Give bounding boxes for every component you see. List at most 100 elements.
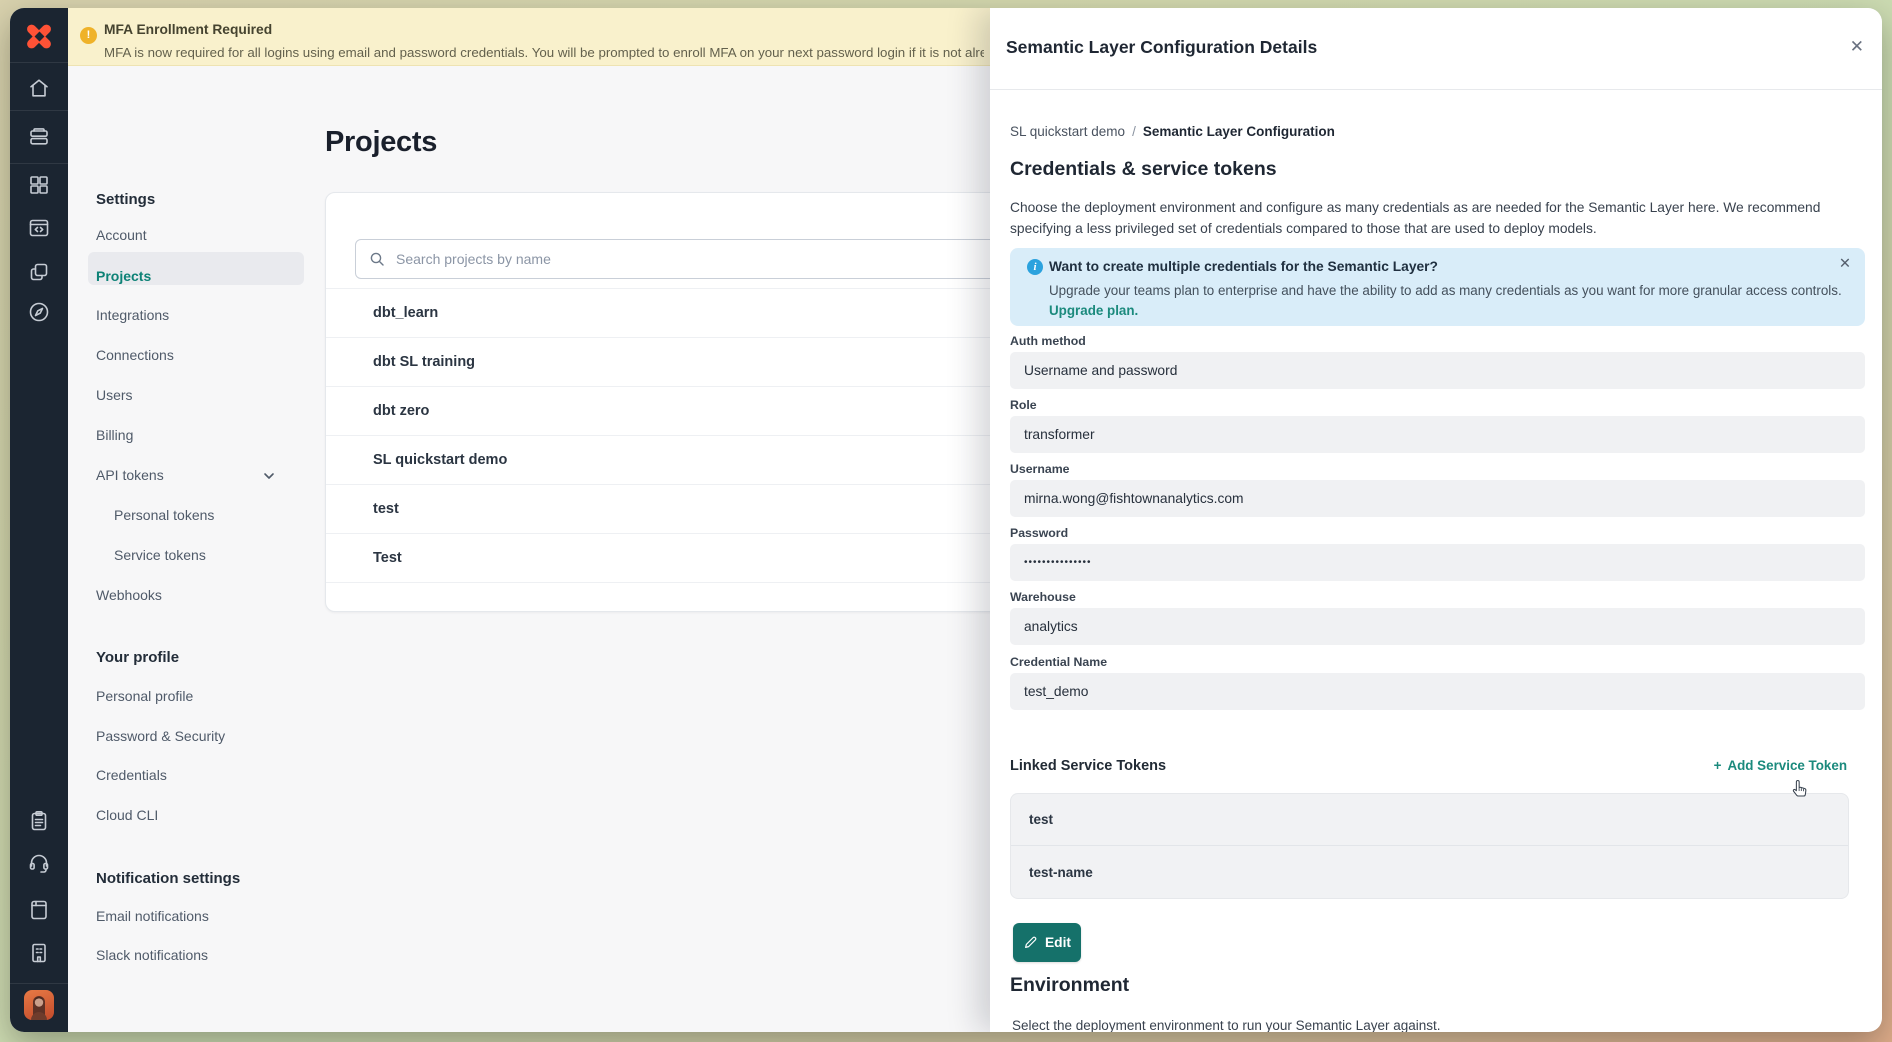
token-row[interactable]: test <box>1011 794 1848 846</box>
semantic-layer-panel: Semantic Layer Configuration Details ✕ S… <box>990 8 1882 1032</box>
auth-method-field: Auth method Username and password <box>1010 334 1865 389</box>
app-rail <box>10 8 68 1032</box>
mfa-banner: ! MFA Enrollment Required MFA is now req… <box>68 8 990 66</box>
sidebar-item-account[interactable]: Account <box>96 227 147 243</box>
develop-icon[interactable] <box>10 216 68 240</box>
page-title: Projects <box>325 126 437 159</box>
panel-header: Semantic Layer Configuration Details ✕ <box>990 8 1882 90</box>
user-avatar[interactable] <box>24 990 54 1020</box>
rail-divider <box>10 110 68 111</box>
checklist-icon[interactable] <box>10 809 68 833</box>
upgrade-plan-link[interactable]: Upgrade plan. <box>1049 303 1138 318</box>
breadcrumb-current: Semantic Layer Configuration <box>1143 124 1335 139</box>
sidebar-item-credentials[interactable]: Credentials <box>96 767 167 783</box>
token-row[interactable]: test-name <box>1011 846 1848 898</box>
organization-icon[interactable] <box>10 941 68 965</box>
rail-divider <box>10 62 68 63</box>
home-icon[interactable] <box>10 76 68 100</box>
profile-section-title: Your profile <box>96 649 179 666</box>
lineage-icon[interactable] <box>10 260 68 284</box>
credential-name-field: Credential Name test_demo <box>1010 655 1865 710</box>
field-label: Credential Name <box>1010 655 1865 669</box>
info-box-title: Want to create multiple credentials for … <box>1049 259 1438 274</box>
linked-tokens-list: test test-name <box>1010 793 1849 899</box>
edit-button-label: Edit <box>1045 935 1071 950</box>
dbt-logo[interactable] <box>25 22 53 50</box>
settings-section-title: Settings <box>96 191 155 208</box>
rail-divider <box>10 163 68 164</box>
field-label: Username <box>1010 462 1865 476</box>
support-headset-icon[interactable] <box>10 851 68 875</box>
role-field: Role transformer <box>1010 398 1865 453</box>
warning-icon: ! <box>80 27 97 44</box>
mfa-banner-title: MFA Enrollment Required <box>104 22 272 37</box>
project-row[interactable]: Test <box>326 534 1024 583</box>
role-value[interactable]: transformer <box>1010 416 1865 453</box>
mfa-banner-message: MFA is now required for all logins using… <box>104 45 984 60</box>
auth-method-value[interactable]: Username and password <box>1010 352 1865 389</box>
credentials-section-description: Choose the deployment environment and co… <box>1010 198 1868 239</box>
sidebar-item-personal-tokens[interactable]: Personal tokens <box>114 507 214 523</box>
linked-tokens-title: Linked Service Tokens <box>1010 758 1166 774</box>
info-icon: i <box>1027 259 1043 275</box>
apps-grid-icon[interactable] <box>10 173 68 197</box>
desktop-background: ! MFA Enrollment Required MFA is now req… <box>0 0 1892 1042</box>
panel-title: Semantic Layer Configuration Details <box>1006 37 1317 58</box>
credentials-section-title: Credentials & service tokens <box>1010 158 1277 181</box>
password-field: Password ••••••••••••••• <box>1010 526 1865 581</box>
project-row[interactable]: test <box>326 485 1024 534</box>
edit-button[interactable]: Edit <box>1013 923 1081 962</box>
deploy-icon[interactable] <box>10 125 68 149</box>
environment-section-title: Environment <box>1010 974 1129 997</box>
project-row[interactable]: dbt_learn <box>326 289 1024 338</box>
info-box-body: Upgrade your teams plan to enterprise an… <box>1049 283 1842 298</box>
close-icon[interactable]: ✕ <box>1850 37 1864 57</box>
explore-icon[interactable] <box>10 300 68 324</box>
sidebar-item-users[interactable]: Users <box>96 387 133 403</box>
pencil-icon <box>1023 935 1038 950</box>
info-close-icon[interactable]: ✕ <box>1839 256 1851 272</box>
docs-icon[interactable] <box>10 898 68 922</box>
warehouse-field: Warehouse analytics <box>1010 590 1865 645</box>
search-input[interactable] <box>355 239 1005 279</box>
environment-description: Select the deployment environment to run… <box>1012 1018 1441 1032</box>
password-value[interactable]: ••••••••••••••• <box>1010 544 1865 581</box>
field-label: Auth method <box>1010 334 1865 348</box>
field-label: Password <box>1010 526 1865 540</box>
sidebar-item-slack-notifications[interactable]: Slack notifications <box>96 947 208 963</box>
field-label: Warehouse <box>1010 590 1865 604</box>
sidebar-item-webhooks[interactable]: Webhooks <box>96 587 162 603</box>
breadcrumb-parent[interactable]: SL quickstart demo <box>1010 124 1125 139</box>
rail-divider <box>10 983 68 984</box>
sidebar-item-billing[interactable]: Billing <box>96 427 133 443</box>
dbt-cloud-window: ! MFA Enrollment Required MFA is now req… <box>10 8 1882 1032</box>
projects-card: dbt_learn dbt SL training dbt zero SL qu… <box>325 192 1025 612</box>
projects-list: dbt_learn dbt SL training dbt zero SL qu… <box>326 288 1024 583</box>
add-service-token-label: Add Service Token <box>1727 758 1847 773</box>
sidebar-item-email-notifications[interactable]: Email notifications <box>96 908 209 924</box>
project-row[interactable]: dbt SL training <box>326 338 1024 387</box>
settings-nav: Settings Account Projects Integrations C… <box>68 66 328 1032</box>
credential-name-value[interactable]: test_demo <box>1010 673 1865 710</box>
sidebar-item-service-tokens[interactable]: Service tokens <box>114 547 206 563</box>
add-service-token-button[interactable]: + Add Service Token <box>1714 758 1847 773</box>
plus-icon: + <box>1714 758 1722 773</box>
project-row[interactable]: SL quickstart demo <box>326 436 1024 485</box>
sidebar-item-api-tokens[interactable]: API tokens <box>96 467 164 483</box>
breadcrumb: SL quickstart demo/Semantic Layer Config… <box>1010 124 1335 139</box>
upgrade-info-box: i Want to create multiple credentials fo… <box>1010 248 1865 326</box>
sidebar-item-cloud-cli[interactable]: Cloud CLI <box>96 807 158 823</box>
chevron-down-icon[interactable] <box>262 469 276 488</box>
field-label: Role <box>1010 398 1865 412</box>
sidebar-item-personal-profile[interactable]: Personal profile <box>96 688 193 704</box>
sidebar-item-integrations[interactable]: Integrations <box>96 307 169 323</box>
notifications-section-title: Notification settings <box>96 870 240 887</box>
sidebar-item-password-security[interactable]: Password & Security <box>96 728 225 744</box>
sidebar-item-projects[interactable]: Projects <box>96 268 151 284</box>
sidebar-item-connections[interactable]: Connections <box>96 347 174 363</box>
username-value[interactable]: mirna.wong@fishtownanalytics.com <box>1010 480 1865 517</box>
breadcrumb-separator: / <box>1125 124 1143 139</box>
warehouse-value[interactable]: analytics <box>1010 608 1865 645</box>
project-row[interactable]: dbt zero <box>326 387 1024 436</box>
username-field: Username mirna.wong@fishtownanalytics.co… <box>1010 462 1865 517</box>
